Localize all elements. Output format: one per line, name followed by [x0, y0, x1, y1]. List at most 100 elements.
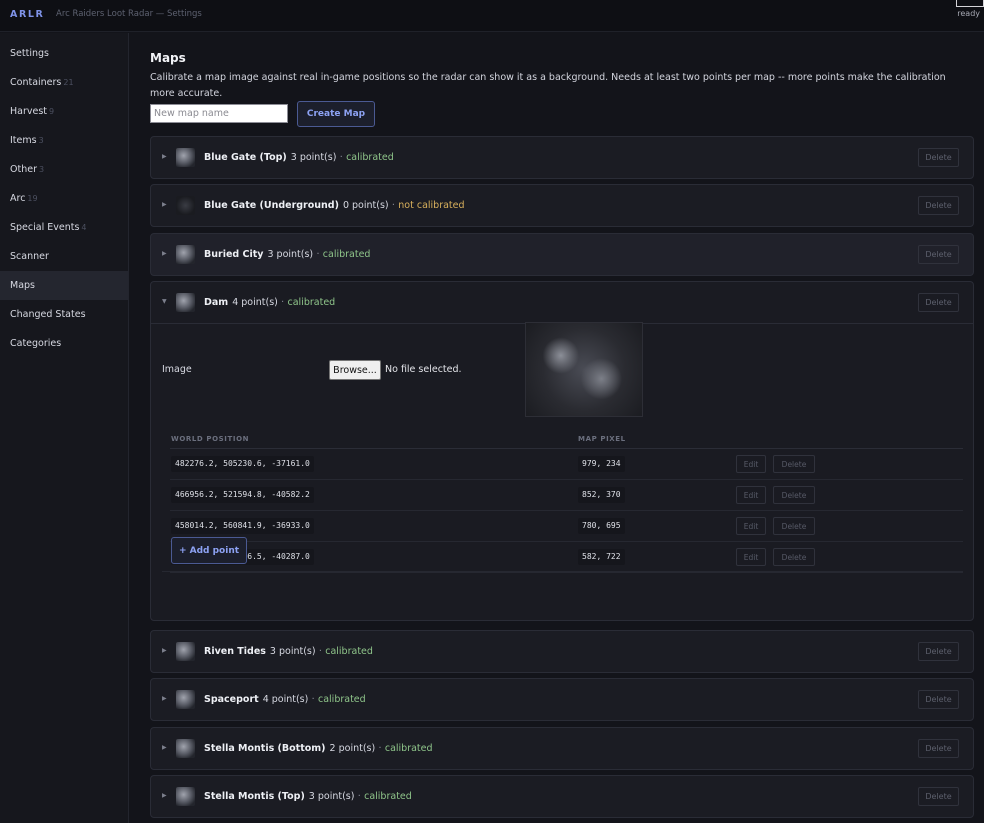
map-card-spaceport: ▶ Spaceport 4 point(s) · calibrated Delet… [150, 678, 974, 721]
separator: · [378, 743, 382, 754]
delete-map-button[interactable]: Delete [918, 196, 959, 215]
map-image-preview [525, 322, 643, 417]
world-position-value: 482276.2, 505230.6, -37161.0 [171, 456, 314, 472]
map-card-header[interactable]: ▶ Buried City 3 point(s) · calibrated Del… [151, 234, 973, 275]
top-bar: ARLR Arc Raiders Loot Radar — Settings r… [0, 0, 984, 32]
map-thumbnail [176, 690, 195, 709]
map-summary: Riven Tides 3 point(s) · calibrated [204, 646, 373, 657]
caret-right-icon: ▶ [162, 744, 167, 751]
map-card-header[interactable]: ▼ Dam 4 point(s) · calibrated Delete [151, 282, 973, 323]
sidebar-item-label: Other [10, 164, 37, 175]
divider [162, 571, 963, 572]
map-name: Riven Tides [204, 646, 266, 657]
browse-file-button[interactable]: Browse... [329, 360, 381, 380]
map-card-header[interactable]: ▶ Blue Gate (Underground) 0 point(s) · no… [151, 185, 973, 226]
sidebar-item-label: Categories [10, 338, 62, 349]
separator: · [311, 694, 315, 705]
map-card-buried-city: ▶ Buried City 3 point(s) · calibrated Del… [150, 233, 974, 276]
sidebar-item-maps[interactable]: Maps [0, 271, 128, 300]
point-count: 0 point(s) [342, 200, 389, 211]
edit-point-button[interactable]: Edit [736, 486, 766, 504]
map-card-dam: ▼ Dam 4 point(s) · calibrated Delete Imag… [150, 281, 974, 621]
map-pixel-value: 852, 370 [578, 487, 625, 503]
sidebar-item-categories[interactable]: Categories [0, 329, 128, 358]
map-thumbnail [176, 196, 195, 215]
world-position-value: 458014.2, 560841.9, -36933.0 [171, 518, 314, 534]
map-card-header[interactable]: ▶ Stella Montis (Top) 3 point(s) · calibr… [151, 776, 973, 817]
sidebar-item-count: 3 [38, 136, 44, 145]
delete-map-button[interactable]: Delete [918, 293, 959, 312]
delete-map-button[interactable]: Delete [918, 642, 959, 661]
point-count: 4 point(s) [262, 694, 309, 705]
table-row: 466956.2, 521594.8, -40582.2 852, 370 Ed… [170, 480, 963, 511]
create-map-button[interactable]: Create Map [297, 101, 375, 127]
delete-map-button[interactable]: Delete [918, 148, 959, 167]
delete-map-button[interactable]: Delete [918, 787, 959, 806]
map-summary: Stella Montis (Top) 3 point(s) · calibrat… [204, 791, 412, 802]
map-summary: Spaceport 4 point(s) · calibrated [204, 694, 366, 705]
edit-point-button[interactable]: Edit [736, 517, 766, 535]
edit-point-button[interactable]: Edit [736, 455, 766, 473]
page-description: Calibrate a map image against real in-ga… [150, 72, 946, 99]
point-count: 3 point(s) [308, 791, 355, 802]
sidebar-item-special-events[interactable]: Special Events 4 [0, 213, 128, 242]
map-card-header[interactable]: ▶ Spaceport 4 point(s) · calibrated Delet… [151, 679, 973, 720]
sidebar-item-count: 3 [38, 165, 45, 174]
map-pixel-value: 582, 722 [578, 549, 625, 565]
sidebar-item-arc[interactable]: Arc 19 [0, 184, 128, 213]
image-label: Image [162, 364, 192, 375]
map-card-header[interactable]: ▶ Blue Gate (Top) 3 point(s) · calibrated… [151, 137, 973, 178]
delete-point-button[interactable]: Delete [773, 486, 815, 504]
separator: · [281, 297, 285, 308]
caret-down-icon: ▼ [162, 298, 167, 305]
table-row: 482276.2, 505230.6, -37161.0 979, 234 Ed… [170, 449, 963, 480]
map-card-header[interactable]: ▶ Stella Montis (Bottom) 2 point(s) · cal… [151, 728, 973, 769]
map-name: Stella Montis (Top) [204, 791, 305, 802]
table-row: 458014.2, 560841.9, -36933.0 780, 695 Ed… [170, 511, 963, 542]
add-point-button[interactable]: + Add point [171, 537, 247, 564]
new-map-name-input[interactable] [150, 104, 288, 123]
point-count: 3 point(s) [290, 152, 337, 163]
sidebar-item-changed-states[interactable]: Changed States [0, 300, 128, 329]
sidebar-item-containers[interactable]: Containers 21 [0, 68, 128, 97]
page-title: Maps [150, 51, 186, 65]
column-header-map-pixel: MAP PIXEL [578, 435, 626, 443]
separator: · [357, 791, 361, 802]
map-thumbnail [176, 642, 195, 661]
status-indicator-box [956, 0, 984, 7]
map-card-blue-gate-top: ▶ Blue Gate (Top) 3 point(s) · calibrated… [150, 136, 974, 179]
delete-map-button[interactable]: Delete [918, 690, 959, 709]
delete-point-button[interactable]: Delete [773, 455, 815, 473]
sidebar-item-count: 21 [63, 78, 74, 87]
sidebar-item-harvest[interactable]: Harvest 9 [0, 97, 128, 126]
sidebar-item-count: 4 [81, 223, 87, 232]
map-summary: Blue Gate (Underground) 0 point(s) · not … [204, 200, 465, 211]
edit-point-button[interactable]: Edit [736, 548, 766, 566]
column-header-world-position: WORLD POSITION [171, 435, 250, 443]
sidebar-item-settings[interactable]: Settings [0, 39, 128, 68]
map-thumbnail [176, 245, 195, 264]
separator: · [318, 646, 322, 657]
delete-point-button[interactable]: Delete [773, 517, 815, 535]
sidebar-item-items[interactable]: Items 3 [0, 126, 128, 155]
sidebar-item-scanner[interactable]: Scanner [0, 242, 128, 271]
sidebar-item-label: Scanner [10, 251, 49, 262]
delete-map-button[interactable]: Delete [918, 739, 959, 758]
calibration-status: calibrated [322, 249, 371, 260]
table-row: 434130.9, 564176.5, -40287.0 582, 722 Ed… [170, 542, 963, 573]
sidebar-item-count: 9 [49, 107, 55, 116]
sidebar-item-label: Settings [10, 48, 49, 59]
calibration-status: calibrated [384, 743, 433, 754]
separator: · [391, 200, 395, 211]
map-card-blue-gate-underground: ▶ Blue Gate (Underground) 0 point(s) · no… [150, 184, 974, 227]
caret-right-icon: ▶ [162, 153, 167, 160]
app-brand: ARLR [10, 9, 45, 20]
map-card-header[interactable]: ▶ Riven Tides 3 point(s) · calibrated Del… [151, 631, 973, 672]
sidebar-item-other[interactable]: Other 3 [0, 155, 128, 184]
delete-point-button[interactable]: Delete [773, 548, 815, 566]
point-count: 4 point(s) [232, 297, 278, 308]
map-summary: Stella Montis (Bottom) 2 point(s) · calib… [204, 743, 433, 754]
file-status-text: No file selected. [385, 364, 462, 375]
delete-map-button[interactable]: Delete [918, 245, 959, 264]
sidebar-item-label: Special Events [10, 222, 80, 233]
